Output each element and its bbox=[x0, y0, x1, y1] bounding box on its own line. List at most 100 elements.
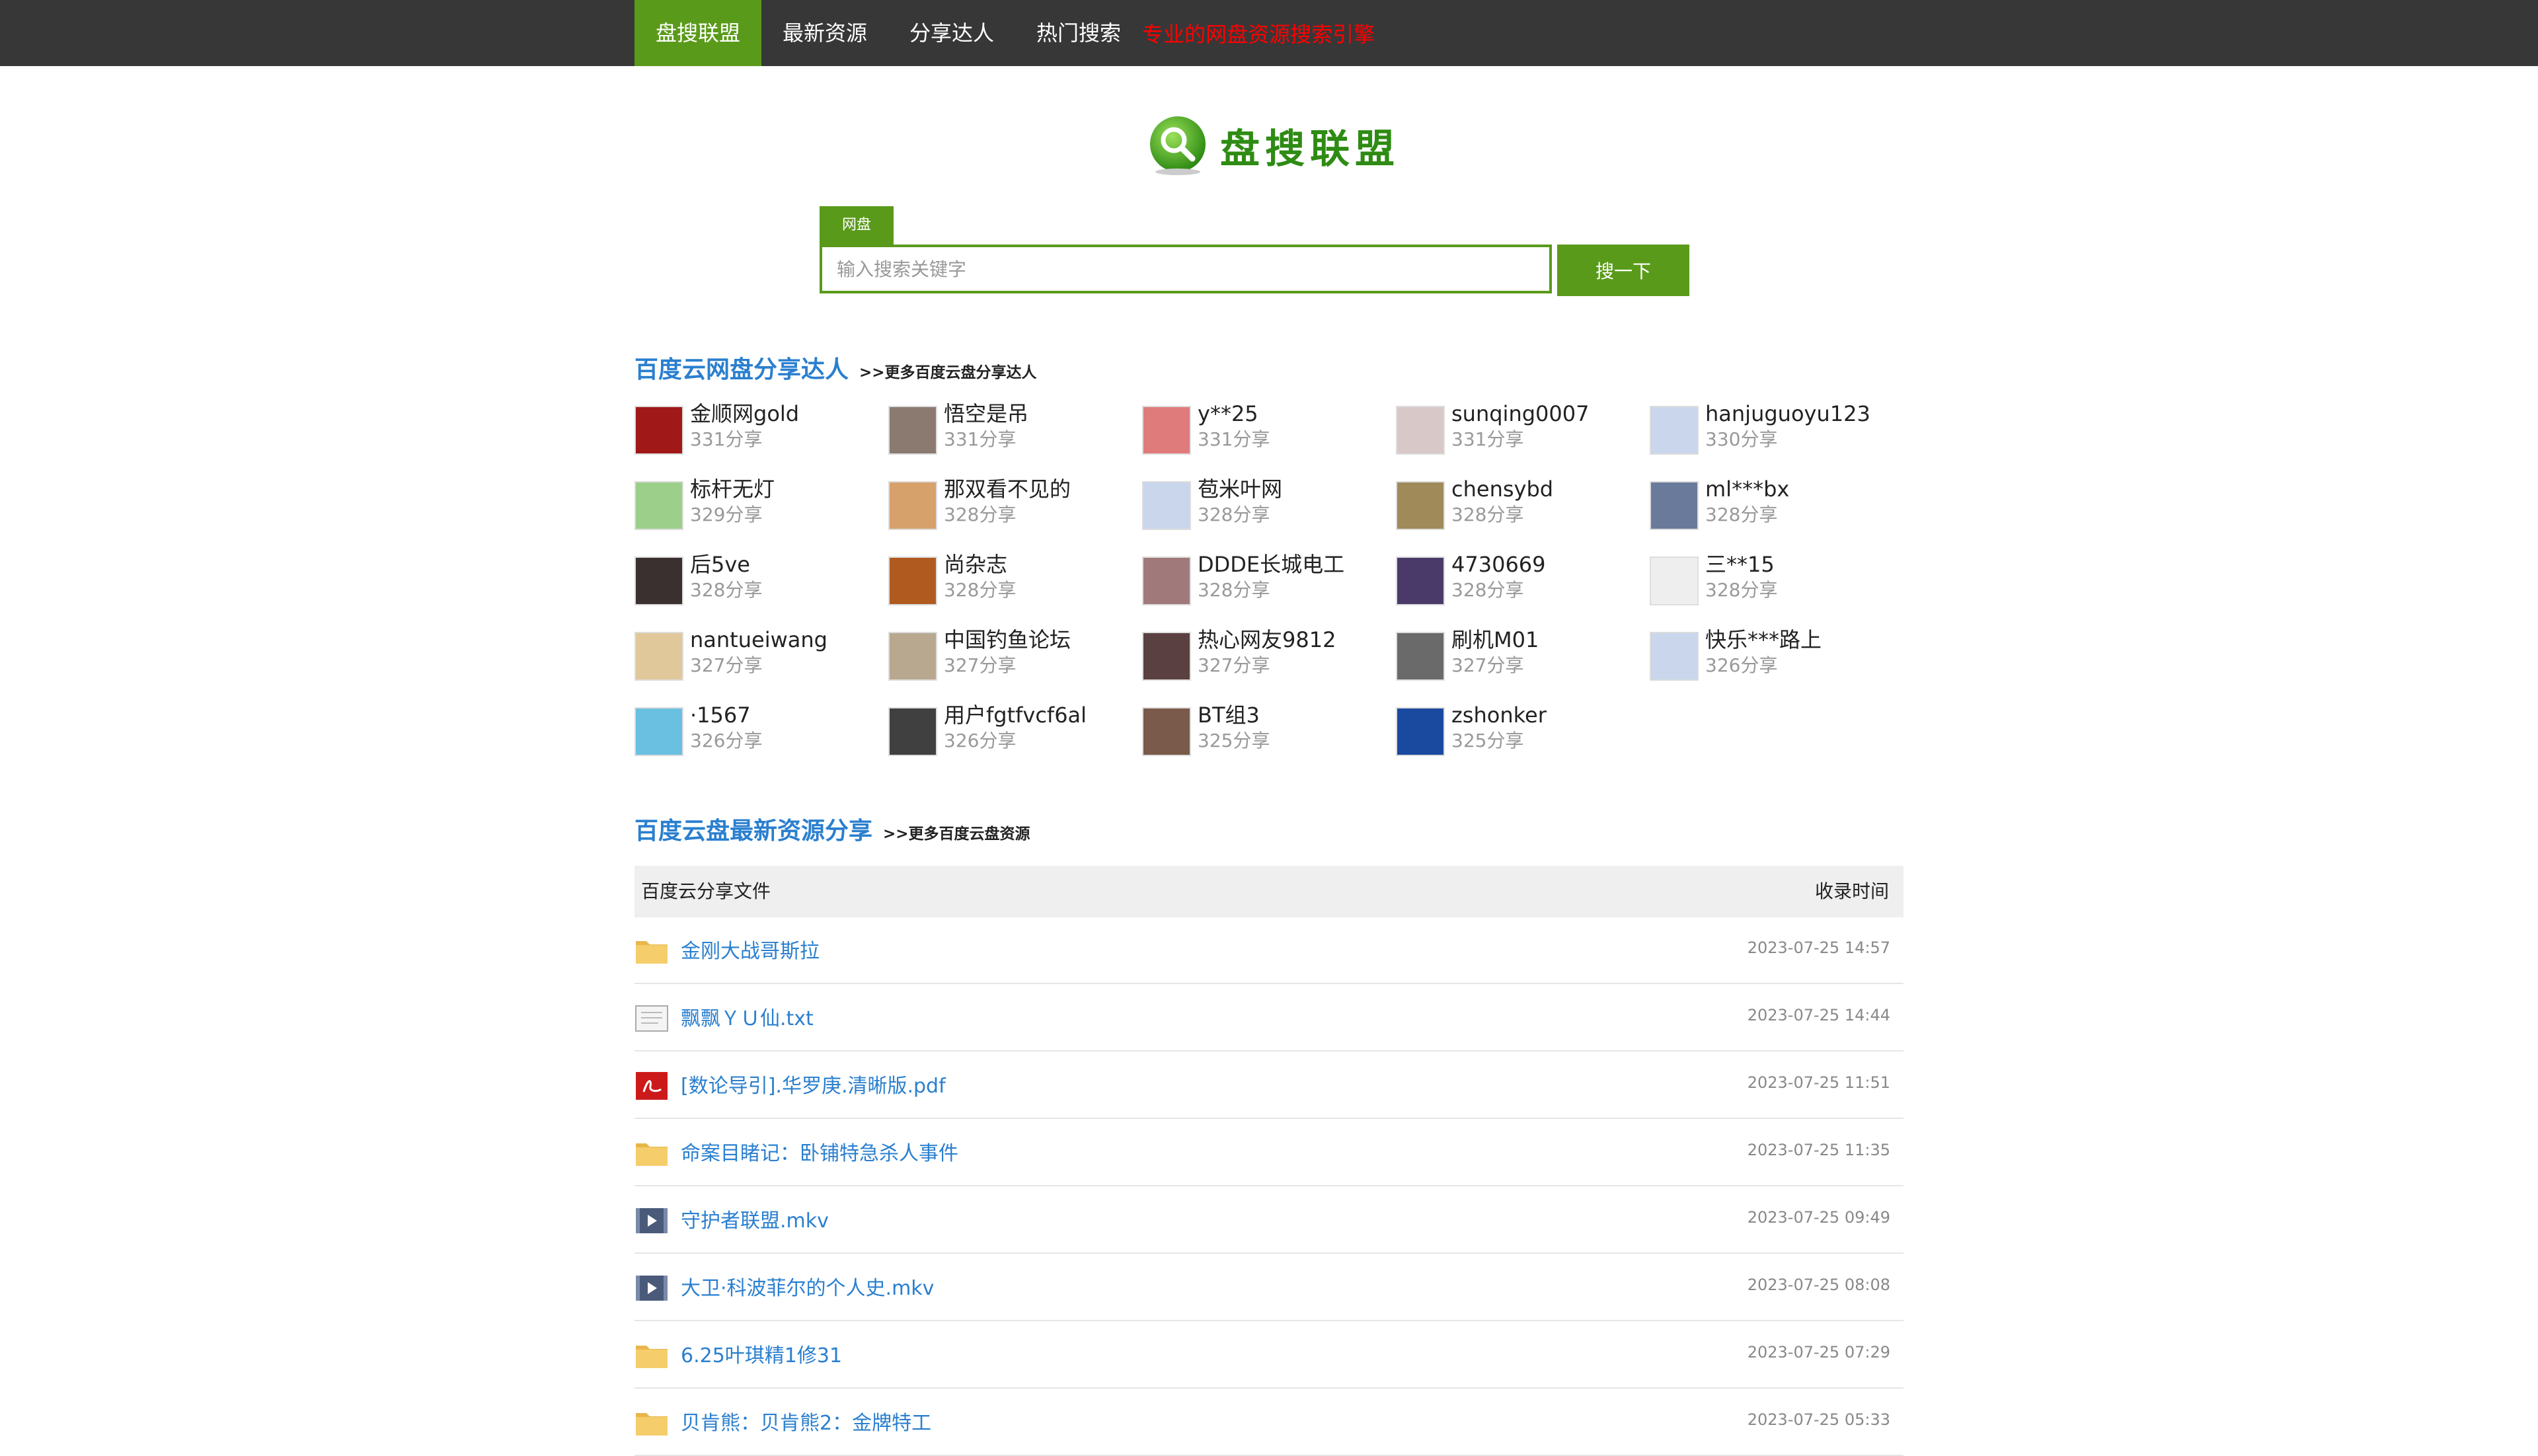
avatar[interactable] bbox=[1650, 406, 1699, 455]
sharer-item[interactable]: 4730669 328分享 bbox=[1396, 551, 1647, 611]
avatar[interactable] bbox=[634, 481, 683, 530]
sharer-item[interactable]: hanjuguoyu123 330分享 bbox=[1650, 401, 1901, 460]
file-row[interactable]: 金刚大战哥斯拉 2023-07-25 14:57 bbox=[634, 917, 1903, 984]
avatar[interactable] bbox=[634, 406, 683, 455]
sharer-item[interactable]: y**25 331分享 bbox=[1142, 401, 1393, 460]
avatar[interactable] bbox=[1142, 707, 1191, 756]
avatar[interactable] bbox=[888, 481, 937, 530]
file-row[interactable]: 大卫·科波菲尔的个人史.mkv 2023-07-25 08:08 bbox=[634, 1254, 1903, 1321]
sharer-name[interactable]: 苞米叶网 bbox=[1198, 476, 1282, 502]
sharer-item[interactable]: 热心网友9812 327分享 bbox=[1142, 627, 1393, 686]
search-button[interactable]: 搜一下 bbox=[1557, 245, 1689, 296]
sharer-name[interactable]: ·1567 bbox=[690, 702, 762, 728]
sharer-item[interactable]: 中国钓鱼论坛 327分享 bbox=[888, 627, 1139, 686]
file-name-link[interactable]: 贝肯熊：贝肯熊2：金牌特工 bbox=[681, 1406, 931, 1436]
avatar[interactable] bbox=[634, 707, 683, 756]
file-name-link[interactable]: 命案目睹记：卧铺特急杀人事件 bbox=[681, 1137, 958, 1166]
sharer-name[interactable]: chensybd bbox=[1451, 476, 1553, 502]
file-name-link[interactable]: 守护者联盟.mkv bbox=[681, 1204, 829, 1233]
sharer-name[interactable]: y**25 bbox=[1198, 401, 1270, 427]
search-input[interactable] bbox=[820, 245, 1552, 293]
sharer-name[interactable]: nantueiwang bbox=[690, 627, 827, 653]
sharer-item[interactable]: 后5ve 328分享 bbox=[634, 551, 886, 611]
nav-item-home[interactable]: 盘搜联盟 bbox=[634, 0, 762, 66]
file-name-link[interactable]: 飘飘ＹＵ仙.txt bbox=[681, 1002, 814, 1031]
avatar[interactable] bbox=[634, 556, 683, 605]
sharer-name[interactable]: 尚杂志 bbox=[944, 551, 1016, 578]
sharer-name[interactable]: zshonker bbox=[1451, 702, 1547, 728]
sharer-item[interactable]: 苞米叶网 328分享 bbox=[1142, 476, 1393, 535]
sharer-item[interactable]: BT组3 325分享 bbox=[1142, 702, 1393, 761]
sharers-section-title[interactable]: 百度云网盘分享达人 bbox=[634, 350, 849, 385]
search-tab-netdisk[interactable]: 网盘 bbox=[820, 206, 894, 245]
file-name-link[interactable]: 6.25叶琪精1修31 bbox=[681, 1339, 842, 1368]
avatar[interactable] bbox=[888, 707, 937, 756]
avatar[interactable] bbox=[634, 632, 683, 681]
sharer-item[interactable]: zshonker 325分享 bbox=[1396, 702, 1647, 761]
sharer-name[interactable]: hanjuguoyu123 bbox=[1705, 401, 1870, 427]
file-name-link[interactable]: 大卫·科波菲尔的个人史.mkv bbox=[681, 1272, 934, 1301]
avatar[interactable] bbox=[1396, 632, 1445, 681]
avatar[interactable] bbox=[1396, 406, 1445, 455]
sharer-item[interactable]: ·1567 326分享 bbox=[634, 702, 886, 761]
avatar[interactable] bbox=[888, 556, 937, 605]
sharer-item[interactable]: DDDE长城电工 328分享 bbox=[1142, 551, 1393, 611]
sharer-name[interactable]: 快乐***路上 bbox=[1705, 627, 1822, 653]
file-row[interactable]: 6.25叶琪精1修31 2023-07-25 07:29 bbox=[634, 1322, 1903, 1389]
avatar[interactable] bbox=[1650, 481, 1699, 530]
avatar[interactable] bbox=[1142, 632, 1191, 681]
avatar[interactable] bbox=[1650, 632, 1699, 681]
sharer-name[interactable]: 那双看不见的 bbox=[944, 476, 1071, 502]
sharer-name[interactable]: 热心网友9812 bbox=[1198, 627, 1336, 653]
sharer-item[interactable]: 那双看不见的 328分享 bbox=[888, 476, 1139, 535]
sharer-name[interactable]: 刷机M01 bbox=[1451, 627, 1539, 653]
sharer-item[interactable]: chensybd 328分享 bbox=[1396, 476, 1647, 535]
sharer-name[interactable]: BT组3 bbox=[1198, 702, 1270, 728]
sharer-item[interactable]: 用户fgtfvcf6al 326分享 bbox=[888, 702, 1139, 761]
file-row[interactable]: 贝肯熊：贝肯熊2：金牌特工 2023-07-25 05:33 bbox=[634, 1389, 1903, 1456]
sharers-more-link[interactable]: >>更多百度云盘分享达人 bbox=[859, 360, 1037, 382]
sharer-name[interactable]: 悟空是吊 bbox=[944, 401, 1028, 427]
avatar[interactable] bbox=[1396, 481, 1445, 530]
nav-item-hot-search[interactable]: 热门搜索 bbox=[1015, 0, 1142, 66]
sharer-item[interactable]: 快乐***路上 326分享 bbox=[1650, 627, 1901, 686]
sharer-name[interactable]: sunqing0007 bbox=[1451, 401, 1589, 427]
avatar[interactable] bbox=[1142, 406, 1191, 455]
sharer-name[interactable]: DDDE长城电工 bbox=[1198, 551, 1344, 578]
sharer-name[interactable]: 中国钓鱼论坛 bbox=[944, 627, 1071, 653]
sharer-name[interactable]: 用户fgtfvcf6al bbox=[944, 702, 1087, 728]
sharer-item[interactable]: 悟空是吊 331分享 bbox=[888, 401, 1139, 460]
file-row[interactable]: 命案目睹记：卧铺特急杀人事件 2023-07-25 11:35 bbox=[634, 1120, 1903, 1186]
file-row[interactable]: [数论导引].华罗庚.清晰版.pdf 2023-07-25 11:51 bbox=[634, 1052, 1903, 1119]
sharer-item[interactable]: 标杆无灯 329分享 bbox=[634, 476, 886, 535]
sharer-item[interactable]: 金顺网gold 331分享 bbox=[634, 401, 886, 460]
sharer-item[interactable]: ml***bx 328分享 bbox=[1650, 476, 1901, 535]
sharer-name[interactable]: 三**15 bbox=[1705, 551, 1777, 578]
nav-item-sharers[interactable]: 分享达人 bbox=[888, 0, 1015, 66]
files-section-title[interactable]: 百度云盘最新资源分享 bbox=[634, 812, 872, 846]
sharer-name[interactable]: 标杆无灯 bbox=[690, 476, 775, 502]
sharer-name[interactable]: 后5ve bbox=[690, 551, 762, 578]
nav-item-latest[interactable]: 最新资源 bbox=[761, 0, 888, 66]
sharer-item[interactable]: 刷机M01 327分享 bbox=[1396, 627, 1647, 686]
sharer-item[interactable]: nantueiwang 327分享 bbox=[634, 627, 886, 686]
sharer-name[interactable]: ml***bx bbox=[1705, 476, 1789, 502]
sharer-item[interactable]: 尚杂志 328分享 bbox=[888, 551, 1139, 611]
file-name-link[interactable]: 金刚大战哥斯拉 bbox=[681, 935, 820, 964]
avatar[interactable] bbox=[1650, 556, 1699, 605]
avatar[interactable] bbox=[888, 632, 937, 681]
avatar[interactable] bbox=[1142, 556, 1191, 605]
files-more-link[interactable]: >>更多百度云盘资源 bbox=[883, 821, 1030, 843]
file-row[interactable]: 飘飘ＹＵ仙.txt 2023-07-25 14:44 bbox=[634, 985, 1903, 1052]
avatar[interactable] bbox=[1396, 707, 1445, 756]
sharer-name[interactable]: 4730669 bbox=[1451, 551, 1546, 578]
site-logo[interactable]: 盘搜联盟 bbox=[1147, 114, 1400, 177]
file-row[interactable]: 守护者联盟.mkv 2023-07-25 09:49 bbox=[634, 1187, 1903, 1254]
avatar[interactable] bbox=[888, 406, 937, 455]
avatar[interactable] bbox=[1396, 556, 1445, 605]
file-name-link[interactable]: [数论导引].华罗庚.清晰版.pdf bbox=[681, 1069, 946, 1098]
avatar[interactable] bbox=[1142, 481, 1191, 530]
sharer-name[interactable]: 金顺网gold bbox=[690, 401, 799, 427]
sharer-item[interactable]: sunqing0007 331分享 bbox=[1396, 401, 1647, 460]
sharer-item[interactable]: 三**15 328分享 bbox=[1650, 551, 1901, 611]
